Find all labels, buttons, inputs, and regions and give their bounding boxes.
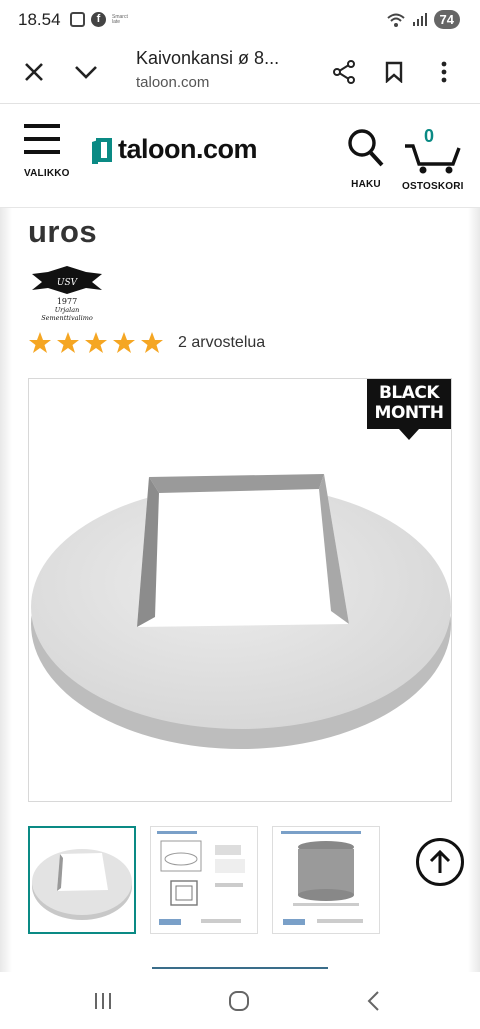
cart-label: OSTOSKORI — [402, 181, 464, 192]
share-icon — [333, 60, 355, 84]
product-image-main[interactable]: BLACK MONTH — [28, 378, 452, 802]
arrow-up-icon — [429, 849, 451, 873]
back-chevron-icon — [367, 991, 379, 1011]
more-vertical-icon — [441, 61, 447, 83]
collapse-button[interactable] — [68, 54, 104, 90]
thumbnail-cover-image — [32, 849, 132, 920]
notification-tiny-label: Smarct late — [112, 13, 128, 25]
thumbnail-strip — [28, 826, 468, 936]
badge-line2: MONTH — [374, 403, 444, 423]
bookmark-icon — [385, 61, 403, 83]
share-button[interactable] — [326, 54, 362, 90]
badge-line1: BLACK — [378, 383, 440, 403]
search-label: HAKU — [351, 179, 381, 190]
search-button[interactable]: HAKU — [344, 128, 388, 194]
bookmark-button[interactable] — [376, 54, 412, 90]
logo-text: taloon.com — [118, 134, 258, 164]
product-rating[interactable]: 2 arvostelua — [28, 331, 265, 355]
star-rating — [28, 331, 164, 355]
status-time: 18.54 — [18, 10, 61, 29]
wifi-icon — [386, 13, 405, 27]
url-host[interactable]: taloon.com — [136, 74, 209, 91]
star-icon — [85, 332, 107, 353]
thumbnail-well-image — [281, 831, 363, 925]
signal-icon — [412, 12, 427, 26]
chevron-down-icon — [75, 66, 97, 79]
thumbnail-3[interactable] — [272, 826, 380, 934]
cart-button[interactable]: 0 OSTOSKORI — [402, 126, 464, 194]
gallery-scroll-indicator — [152, 967, 328, 969]
hamburger-icon — [24, 124, 70, 154]
svg-text:USV: USV — [57, 278, 79, 288]
screenshot-icon — [70, 12, 85, 27]
status-notification-icons: f Smarct late — [70, 12, 128, 27]
menu-button[interactable]: VALIKKO — [24, 124, 70, 194]
close-tab-button[interactable] — [16, 54, 52, 90]
taloon-logo-icon — [92, 137, 112, 164]
star-icon — [29, 332, 51, 353]
svg-text:1977: 1977 — [57, 297, 77, 306]
page-tab-title[interactable]: Kaivonkansi ø 8... — [136, 48, 279, 69]
star-icon — [141, 332, 163, 353]
svg-text:Sementtivalimo: Sementtivalimo — [41, 314, 93, 322]
scroll-to-top-button[interactable] — [416, 838, 464, 886]
review-count[interactable]: 2 arvostelua — [178, 334, 265, 352]
home-button[interactable] — [224, 986, 254, 1016]
thumbnail-2[interactable] — [150, 826, 258, 934]
site-logo[interactable]: taloon.com — [92, 134, 258, 165]
battery-indicator: 74 — [433, 10, 460, 29]
page-edge-shadow-right — [468, 208, 480, 978]
search-icon — [348, 129, 384, 167]
site-header: VALIKKO taloon.com HAKU 0 OSTOSKORI — [0, 104, 480, 208]
menu-label: VALIKKO — [24, 168, 70, 179]
status-system-icons: 74 — [386, 10, 460, 29]
facebook-icon: f — [91, 12, 106, 27]
black-month-badge: BLACK MONTH — [367, 379, 451, 441]
back-button[interactable] — [358, 986, 388, 1016]
star-icon — [57, 332, 79, 353]
page-edge-shadow-left — [0, 208, 12, 978]
brand-seal-logo: USV 1977 Urjalan Sementtivalimo — [32, 266, 102, 322]
home-icon — [229, 991, 249, 1011]
product-title: uros — [28, 214, 98, 249]
brand-logo[interactable]: USV 1977 Urjalan Sementtivalimo — [30, 264, 104, 322]
star-icon — [113, 332, 135, 353]
recent-apps-icon — [95, 993, 111, 1009]
cart-count-badge: 0 — [424, 126, 435, 146]
system-navigation-bar — [0, 972, 480, 1029]
browser-toolbar: Kaivonkansi ø 8... taloon.com — [0, 40, 480, 104]
svg-text:Urjalan: Urjalan — [55, 306, 80, 314]
close-icon — [25, 63, 43, 81]
status-bar: 18.54 f Smarct late 74 — [0, 0, 480, 40]
manhole-cover-image — [31, 474, 451, 749]
thumbnail-drawing-image — [157, 831, 245, 925]
thumbnail-1[interactable] — [28, 826, 136, 934]
more-options-button[interactable] — [426, 54, 462, 90]
recent-apps-button[interactable] — [88, 986, 118, 1016]
